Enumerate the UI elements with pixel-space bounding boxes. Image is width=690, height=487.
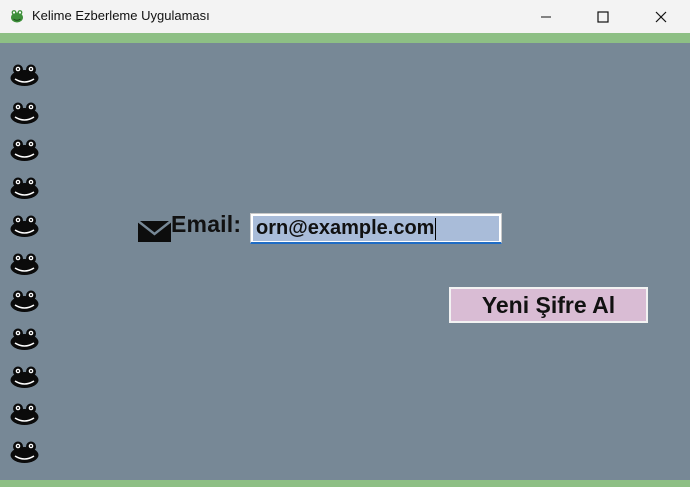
minimize-button[interactable] xyxy=(517,0,575,33)
main-panel xyxy=(0,43,690,480)
frog-icon xyxy=(10,64,39,86)
new-password-button[interactable]: Yeni Şifre Al xyxy=(449,287,648,323)
email-label: Email: xyxy=(171,211,242,237)
maximize-icon xyxy=(597,10,609,23)
email-value: orn@example.com xyxy=(256,217,435,239)
email-selection: orn@example.com xyxy=(253,216,499,241)
minimize-icon xyxy=(541,16,551,17)
frog-icon xyxy=(10,177,39,199)
text-caret xyxy=(435,217,437,240)
frog-icon xyxy=(10,139,39,161)
envelope-icon xyxy=(137,220,172,242)
new-password-button-label: Yeni Şifre Al xyxy=(481,291,616,318)
frog-icon xyxy=(10,215,39,237)
frog-icon xyxy=(11,10,23,23)
frog-icon xyxy=(10,328,39,350)
window-title: Kelime Ezberleme Uygulaması xyxy=(32,8,210,23)
frog-icon xyxy=(10,366,39,388)
close-icon xyxy=(655,11,667,22)
frog-icon xyxy=(10,253,39,275)
frog-icon xyxy=(10,441,39,463)
frog-icon xyxy=(10,290,39,312)
email-field[interactable]: orn@example.com xyxy=(250,213,502,244)
maximize-button[interactable] xyxy=(574,0,632,33)
frog-icon xyxy=(10,403,39,425)
top-accent-bar xyxy=(0,33,690,43)
close-button[interactable] xyxy=(632,0,690,33)
frog-icon xyxy=(10,102,39,124)
bottom-accent-bar xyxy=(0,480,690,487)
title-bar: Kelime Ezberleme Uygulaması xyxy=(0,0,690,33)
